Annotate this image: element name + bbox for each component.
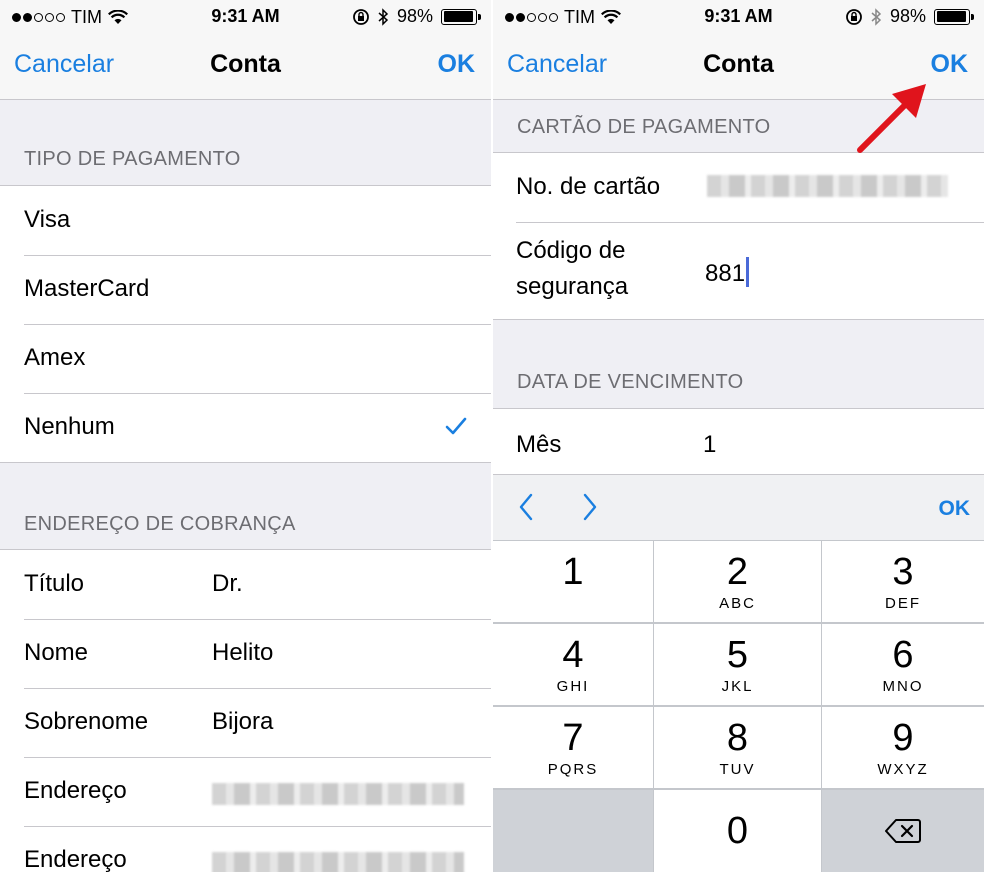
key-blank [493, 790, 653, 872]
key-number: 0 [726, 810, 749, 852]
bluetooth-icon [378, 7, 389, 26]
key-number: 6 [892, 634, 914, 676]
key-number: 3 [892, 551, 914, 593]
checkmark-icon [445, 417, 467, 435]
keyboard-toolbar: OK [493, 474, 984, 540]
field-label: Endereço [24, 777, 127, 804]
last-name-field[interactable]: Bijora [212, 708, 273, 736]
battery-icon [934, 8, 974, 25]
table-row[interactable]: Sobrenome Bijora [0, 688, 491, 757]
expiry-date-list: Mês 1 [493, 408, 984, 474]
key-9[interactable]: 9 WXYZ [822, 707, 984, 788]
key-2[interactable]: 2 ABC [654, 541, 821, 622]
option-label: Visa [24, 206, 71, 233]
blurred-address-value[interactable] [212, 783, 464, 805]
status-bar: TIM 9:31 AM 98% [493, 0, 984, 34]
battery-percent: 98% [396, 6, 433, 26]
card-number-label: No. de cartão [516, 173, 661, 200]
key-7[interactable]: 7 PQRS [493, 707, 653, 788]
key-3[interactable]: 3 DEF [822, 541, 984, 622]
status-right: 98% [845, 6, 974, 27]
card-number-field[interactable] [707, 175, 948, 197]
table-row[interactable]: Nome Helito [0, 619, 491, 688]
key-5[interactable]: 5 JKL [654, 624, 821, 705]
key-letters: JKL [721, 678, 754, 695]
page-title: Conta [703, 50, 774, 78]
key-1[interactable]: 1 [493, 541, 653, 622]
battery-percent: 98% [889, 6, 926, 26]
key-number: 2 [726, 551, 749, 593]
key-letters: ABC [719, 595, 756, 612]
key-letters: MNO [882, 678, 924, 695]
field-label: Sobrenome [24, 708, 149, 735]
key-number: 7 [562, 717, 584, 759]
list-item-amex[interactable]: Amex [0, 324, 491, 393]
billing-address-list: Título Dr. Nome Helito Sobrenome Bijora … [0, 549, 491, 872]
key-letters: TUV [719, 761, 756, 778]
payment-card-list: No. de cartão Código de segurança 881 [493, 152, 984, 320]
field-label: Nome [24, 639, 89, 666]
key-letters: PQRS [547, 761, 599, 778]
security-code-value: 881 [705, 260, 746, 287]
numeric-keypad: 1 2 ABC 3 DEF 4 GHI 5 JKL 6 MNO 7 PQRS 8… [493, 540, 984, 872]
page-title: Conta [210, 50, 281, 78]
chevron-right-icon[interactable] [575, 489, 605, 525]
table-row[interactable]: Endereço [0, 826, 491, 872]
key-letters: GHI [556, 678, 590, 695]
key-number: 4 [562, 634, 584, 676]
left-screen: TIM 9:31 AM 98% Cancelar Conta OK TIPO D… [0, 0, 491, 872]
list-item-mastercard[interactable]: MasterCard [0, 255, 491, 324]
table-row[interactable]: Endereço [0, 757, 491, 826]
option-label: Amex [24, 344, 86, 371]
table-row[interactable]: Título Dr. [0, 550, 491, 619]
option-label: MasterCard [24, 275, 150, 302]
key-6[interactable]: 6 MNO [822, 624, 984, 705]
delete-key[interactable] [822, 790, 984, 872]
key-4[interactable]: 4 GHI [493, 624, 653, 705]
ok-button[interactable]: OK [438, 50, 476, 79]
status-bar: TIM 9:31 AM 98% [0, 0, 491, 34]
security-code-label-line-2: segurança [516, 273, 629, 300]
section-header-billing-address: ENDEREÇO DE COBRANÇA [24, 513, 296, 535]
key-8[interactable]: 8 TUV [654, 707, 821, 788]
month-field[interactable]: 1 [703, 431, 716, 459]
table-row[interactable]: Mês 1 [493, 409, 984, 475]
bluetooth-icon [871, 7, 882, 26]
list-item-nenhum[interactable]: Nenhum [0, 393, 491, 462]
key-number: 5 [726, 634, 749, 676]
key-0[interactable]: 0 [654, 790, 821, 872]
text-cursor [746, 257, 750, 287]
table-row[interactable]: No. de cartão [493, 153, 984, 222]
option-label: Nenhum [24, 413, 115, 440]
title-field[interactable]: Dr. [212, 570, 243, 598]
blurred-address-value[interactable] [212, 852, 464, 872]
key-number: 8 [726, 717, 749, 759]
security-code-field[interactable]: 881 [705, 257, 750, 288]
key-number: 9 [892, 717, 914, 759]
payment-type-list: Visa MasterCard Amex Nenhum [0, 185, 491, 463]
security-code-label-line-1: Código de [516, 237, 626, 264]
rotation-lock-icon [846, 8, 862, 25]
chevron-left-icon[interactable] [511, 489, 541, 525]
section-header-expiry-date: DATA DE VENCIMENTO [517, 371, 744, 393]
month-label: Mês [516, 431, 562, 458]
section-header-payment-type: TIPO DE PAGAMENTO [24, 148, 241, 170]
table-row[interactable]: Código de segurança 881 [516, 222, 984, 319]
field-label: Título [24, 570, 85, 597]
ok-button[interactable]: OK [931, 50, 969, 79]
backspace-icon [885, 819, 921, 843]
section-header-payment-card: CARTÃO DE PAGAMENTO [517, 116, 771, 138]
status-right: 98% [352, 6, 481, 27]
field-label: Endereço [24, 846, 127, 872]
key-letters: WXYZ [877, 761, 929, 778]
first-name-field[interactable]: Helito [212, 639, 273, 667]
annotation-arrow-icon [857, 84, 926, 153]
keyboard-ok-button[interactable]: OK [939, 497, 971, 521]
battery-icon [441, 8, 481, 25]
nav-bar: Cancelar Conta OK [0, 34, 491, 100]
key-letters: DEF [885, 595, 921, 612]
list-item-visa[interactable]: Visa [0, 186, 491, 255]
key-number: 1 [562, 551, 584, 593]
rotation-lock-icon [353, 8, 369, 25]
